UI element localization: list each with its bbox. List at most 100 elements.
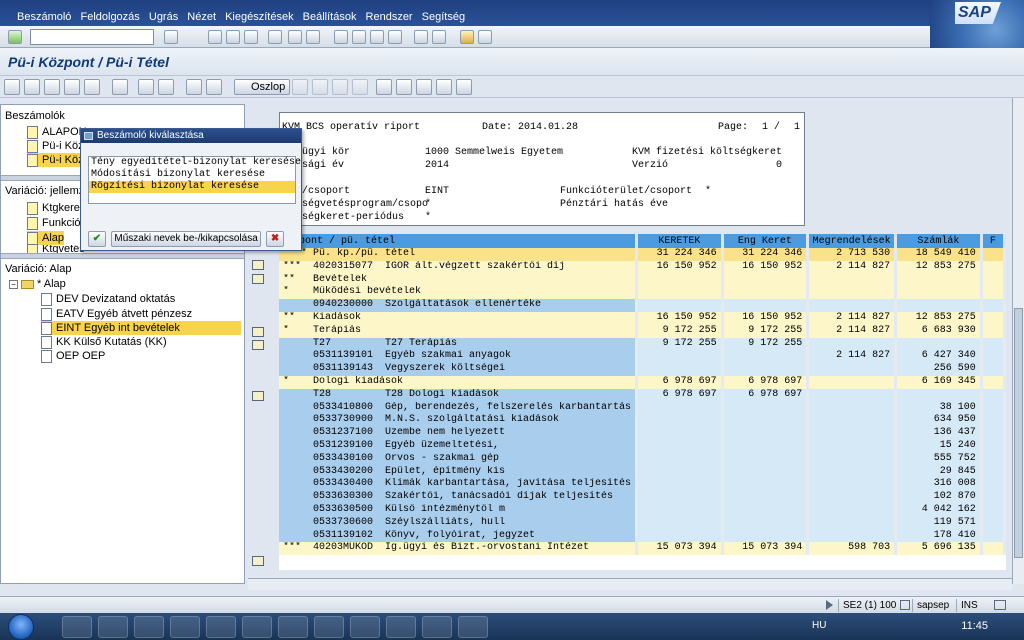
find-next-icon[interactable] [306,30,320,44]
cancel-icon[interactable] [244,30,258,44]
hierarchy-icon-1[interactable] [376,79,392,95]
print-icon[interactable] [268,30,282,44]
table-row[interactable]: 0533630300 Szakértői, tanácsadói díjak t… [279,491,1006,504]
jellemzo-item-funkciot[interactable]: Funkciót [27,216,84,230]
drilldown-icon[interactable] [252,340,264,350]
status-triangle-icon[interactable] [826,600,833,610]
hierarchy-icon-2[interactable] [396,79,412,95]
command-field[interactable] [30,29,154,45]
column-header[interactable]: Központ / pü. tétel [279,234,639,248]
save-taskbar-icon[interactable] [170,616,200,638]
table-row[interactable]: *** 4020315077 IGOR ált.végzett szakértő… [279,260,1006,274]
table-row[interactable]: ** Kiadások 16 150 952 16 150 952 2 114 827… [279,311,1006,325]
table-row[interactable]: 0533430100 Orvos - szakmai gép 555 752 [279,452,1006,466]
next-column-icon[interactable] [332,79,348,95]
table-row[interactable]: T27 T27 Terápiás 9 172 255 9 172 255 [279,337,1006,351]
tree-root-alap[interactable]: − * Alap [9,277,66,291]
media-taskbar-icon[interactable] [98,616,128,638]
report-icon[interactable] [112,79,128,95]
column-header[interactable]: Eng Keret [722,234,810,248]
save-icon[interactable] [164,30,178,44]
table-row[interactable]: 0531139102 Könyv, folyóirat, jegyzet 178 … [279,529,1006,543]
tree-item-oep[interactable]: OEP OEP [41,349,105,363]
table-row[interactable]: ** Bevételek [279,273,1006,287]
hierarchy-icon-3[interactable] [416,79,432,95]
table-row[interactable]: 0531237100 Üzembe nem helyezett 136 437 [279,427,1006,440]
status-info-icon[interactable] [900,600,910,610]
start-button[interactable] [8,614,34,640]
hierarchy-icon-5[interactable] [456,79,472,95]
table-row[interactable]: 0531139143 Vegyszerek költségei 256 590 [279,363,1006,376]
table-row[interactable]: T28 T28 Dologi kiadások 6 978 697 6 978 69… [279,388,1006,402]
table-row[interactable]: 0533730900 M.N.S. szolgáltatási kiadások… [279,414,1006,428]
drilldown-icon[interactable] [252,274,264,284]
vertical-scrollbar[interactable] [1012,98,1024,584]
collapse-icon[interactable] [44,79,60,95]
layout-menu-icon[interactable] [478,30,492,44]
popup-item-rogzitesi[interactable]: Rögzítési bizonylat keresése [89,181,295,193]
firefox-taskbar-icon[interactable] [242,616,272,638]
last-page-icon[interactable] [388,30,402,44]
cancel-button[interactable]: ✖ [266,231,285,247]
word-taskbar-icon[interactable] [458,616,488,638]
skype-taskbar-icon[interactable] [278,616,308,638]
table-row[interactable]: * Működési bevételek [279,286,1006,300]
jellemzo-item-alap[interactable]: Alap [27,231,65,245]
table-row[interactable]: *** 40203MUKOD Ig.ügyi és Bizt.-orvostan… [279,542,1006,556]
explorer-taskbar-icon[interactable] [62,616,92,638]
drilldown-icon[interactable] [252,391,264,401]
tree-item-eint[interactable]: EINT Egyéb int bevételek [41,321,241,335]
table-row[interactable]: 0940230000 Szolgáltatások ellenértéke [279,299,1006,312]
first-column-icon[interactable] [292,79,308,95]
exit-icon[interactable] [226,30,240,44]
column-header[interactable]: Megrendelések [807,234,898,248]
grid-icon[interactable] [64,79,80,95]
prev-column-icon[interactable] [312,79,328,95]
drilldown-icon[interactable] [252,556,264,566]
toggle-technical-names-button[interactable]: Műszaki nevek be-/kikapcsolása [111,231,262,247]
report-item-alapon[interactable]: ALAPON [27,125,87,139]
jellemzo-item-ktgkeret[interactable]: Ktgkeret [27,201,83,215]
report-item-pui-kozpont-2[interactable]: Pü-i Köz [27,153,84,167]
table-row[interactable]: 0533730600 Széylszálliáts, hull 119 571 [279,516,1006,530]
find-icon[interactable] [288,30,302,44]
doc-taskbar-icon[interactable] [422,616,452,638]
table-row[interactable]: * Terápiás 9 172 255 9 172 255 2 114 827 6 6… [279,324,1006,338]
help-icon[interactable] [460,30,474,44]
filter-icon[interactable] [158,79,174,95]
oszlop-button[interactable]: Oszlop [234,79,291,95]
info-icon[interactable] [84,79,100,95]
expand-icon[interactable] [24,79,40,95]
print-preview-icon[interactable] [186,79,202,95]
column-header[interactable]: F [981,234,1006,248]
table-row[interactable]: * Dologi kiadások 6 978 697 6 978 697 6 169… [279,375,1006,389]
details-icon[interactable] [4,79,20,95]
table-row[interactable]: 0533630500 Külső intézménytől m 4 042 162 [279,503,1006,517]
first-page-icon[interactable] [334,30,348,44]
column-header[interactable]: Számlák [895,234,983,248]
new-session-icon[interactable] [414,30,428,44]
table-row[interactable]: 0531239100 Egyéb üzemeltetési, 15 240 [279,439,1006,453]
back-icon[interactable] [208,30,222,44]
drilldown-icon[interactable] [252,327,264,337]
tree-item-dev[interactable]: DEV Devizatand oktatás [41,292,175,306]
scroll-thumb[interactable] [1014,308,1023,558]
table-row[interactable]: 0531139101 Egyéb szakmai anyagok 2 114 82… [279,350,1006,364]
shortcut-icon[interactable] [432,30,446,44]
tree-item-kk[interactable]: KK Külső Kutatás (KK) [41,335,167,349]
table-row[interactable]: 0533410800 Gép, berendezés, felszerelés … [279,401,1006,415]
excel-taskbar-icon[interactable] [386,616,416,638]
confirm-button[interactable]: ✔ [88,231,106,247]
collapse-toggle-icon[interactable]: − [9,279,18,289]
table-row[interactable]: 0533430400 Klímák karbantartása, javítás… [279,478,1006,492]
popup-item-teny[interactable]: Tény egyeditétel-bizonylat keresése [89,157,301,169]
people-taskbar-icon[interactable] [314,616,344,638]
horizontal-scrollbar[interactable] [248,578,1012,590]
column-header[interactable]: KERETEK [636,234,724,248]
drilldown-icon[interactable] [252,260,264,270]
sort-icon[interactable] [138,79,154,95]
status-resize-icon[interactable] [994,600,1006,610]
prev-page-icon[interactable] [352,30,366,44]
app-taskbar-icon[interactable] [206,616,236,638]
next-page-icon[interactable] [370,30,384,44]
